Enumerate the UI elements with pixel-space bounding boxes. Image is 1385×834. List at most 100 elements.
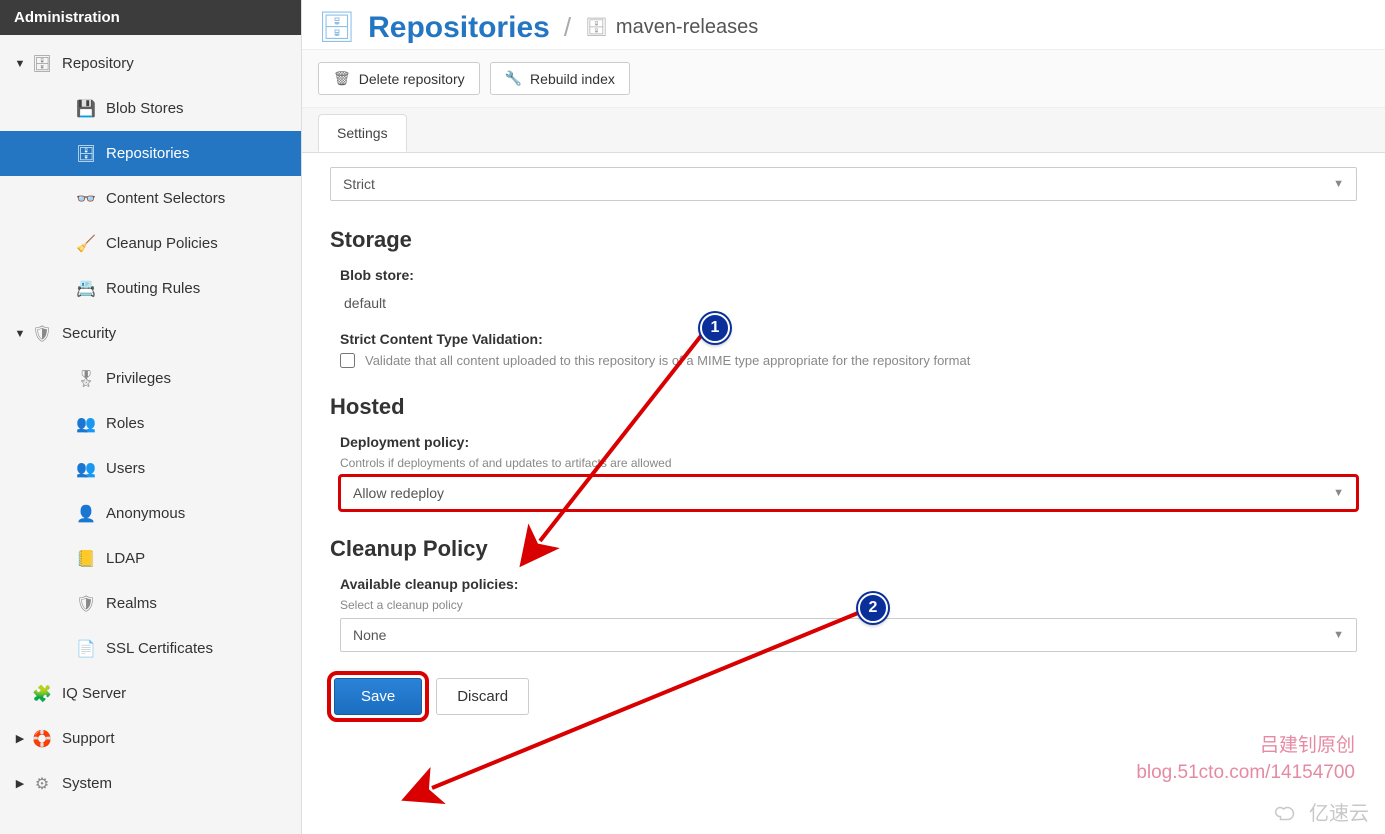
sidebar-item-label: Routing Rules xyxy=(106,280,200,297)
sidebar-group-system[interactable]: ▶ ⚙ System xyxy=(0,761,301,806)
sidebar-item-label: Repositories xyxy=(106,145,189,162)
button-label: Delete repository xyxy=(359,71,465,87)
sidebar-item-repositories[interactable]: 🗄 Repositories xyxy=(0,131,301,176)
sidebar-item-blob-stores[interactable]: 💾 Blob Stores xyxy=(0,86,301,131)
layout-policy-select[interactable]: Strict ▼ xyxy=(330,167,1357,201)
discard-button[interactable]: Discard xyxy=(436,678,529,715)
section-heading-cleanup: Cleanup Policy xyxy=(330,536,1357,562)
person-icon: 👤 xyxy=(76,504,96,524)
button-label: Rebuild index xyxy=(530,71,615,87)
database-icon: 🗄 xyxy=(76,144,96,164)
section-heading-hosted: Hosted xyxy=(330,394,1357,420)
form-scroll[interactable]: Strict ▼ Storage Blob store: default Str… xyxy=(302,153,1385,834)
sidebar-item-ssl-certificates[interactable]: 📄 SSL Certificates xyxy=(0,626,301,671)
sidebar-item-label: Users xyxy=(106,460,145,477)
caret-right-icon: ▶ xyxy=(14,732,26,745)
sidebar-group-support[interactable]: ▶ 🛟 Support xyxy=(0,716,301,761)
breadcrumb-repo-name: maven-releases xyxy=(616,16,758,39)
sidebar-item-cleanup-policies[interactable]: 🧹 Cleanup Policies xyxy=(0,221,301,266)
sidebar-item-label: Privileges xyxy=(106,370,171,387)
trash-icon: 🗑 xyxy=(333,70,351,87)
card-icon: 📇 xyxy=(76,279,96,299)
checkbox-desc: Validate that all content uploaded to th… xyxy=(365,353,970,368)
breadcrumb-sep: / xyxy=(564,12,571,43)
sidebar-group-label: Support xyxy=(62,730,115,747)
available-cleanup-policies-desc: Select a cleanup policy xyxy=(340,598,1357,612)
watermark-author: 吕建钊原创 blog.51cto.com/14154700 xyxy=(1136,733,1355,786)
caret-down-icon: ▼ xyxy=(14,58,26,70)
rebuild-index-button[interactable]: 🔧 Rebuild index xyxy=(490,62,630,95)
select-value: Strict xyxy=(343,176,375,192)
shield-icon: 🛡 xyxy=(76,594,96,614)
book-icon: 📒 xyxy=(76,549,96,569)
section-heading-storage: Storage xyxy=(330,227,1357,253)
sidebar-item-label: SSL Certificates xyxy=(106,640,213,657)
shield-icon: 🛡 xyxy=(32,324,52,344)
strict-content-type-checkbox[interactable] xyxy=(340,353,355,368)
main: 🗄 Repositories / 🗄 maven-releases 🗑 Dele… xyxy=(302,0,1385,834)
sidebar-item-label: Blob Stores xyxy=(106,100,184,117)
deployment-policy-select[interactable]: Allow redeploy ▼ xyxy=(340,476,1357,510)
sidebar-item-label: IQ Server xyxy=(62,685,126,702)
deployment-policy-desc: Controls if deployments of and updates t… xyxy=(340,456,1357,470)
deployment-policy-label: Deployment policy: xyxy=(340,434,1357,450)
sidebar-item-label: Cleanup Policies xyxy=(106,235,218,252)
sidebar-item-users[interactable]: 👥 Users xyxy=(0,446,301,491)
sidebar-item-label: LDAP xyxy=(106,550,145,567)
available-cleanup-policies-select[interactable]: None ▼ xyxy=(340,618,1357,652)
sidebar-item-ldap[interactable]: 📒 LDAP xyxy=(0,536,301,581)
sidebar-item-realms[interactable]: 🛡 Realms xyxy=(0,581,301,626)
sidebar-item-privileges[interactable]: 🎖 Privileges xyxy=(0,356,301,401)
gear-icon: ⚙ xyxy=(32,774,52,794)
sidebar-item-label: Anonymous xyxy=(106,505,185,522)
sidebar-tree: ▼ 🗄 Repository 💾 Blob Stores 🗄 Repositor… xyxy=(0,35,301,806)
database-icon: 🗄 xyxy=(318,10,356,45)
sidebar-group-label: Security xyxy=(62,325,116,342)
wrench-icon: 🔧 xyxy=(505,70,522,87)
save-button[interactable]: Save xyxy=(334,678,422,715)
watermark-brand: 亿速云 xyxy=(1273,797,1369,826)
broom-icon: 🧹 xyxy=(76,234,96,254)
select-value: Allow redeploy xyxy=(353,485,444,501)
puzzle-icon: 🧩 xyxy=(32,684,52,704)
chevron-down-icon: ▼ xyxy=(1333,487,1344,499)
sidebar-item-label: Roles xyxy=(106,415,144,432)
sidebar: Administration ▼ 🗄 Repository 💾 Blob Sto… xyxy=(0,0,302,834)
badge-icon: 🎖 xyxy=(76,369,96,389)
sidebar-item-iq-server[interactable]: 🧩 IQ Server xyxy=(0,671,301,716)
users-icon: 👥 xyxy=(76,414,96,434)
database-icon: 🗄 xyxy=(585,17,608,38)
delete-repository-button[interactable]: 🗑 Delete repository xyxy=(318,62,480,95)
sidebar-item-content-selectors[interactable]: 👓 Content Selectors xyxy=(0,176,301,221)
sidebar-header: Administration xyxy=(0,0,301,35)
sidebar-item-anonymous[interactable]: 👤 Anonymous xyxy=(0,491,301,536)
tab-settings[interactable]: Settings xyxy=(318,114,407,152)
sidebar-item-label: Content Selectors xyxy=(106,190,225,207)
glasses-icon: 👓 xyxy=(76,189,96,209)
blob-store-label: Blob store: xyxy=(340,267,1357,283)
caret-right-icon: ▶ xyxy=(14,777,26,790)
sidebar-group-repository[interactable]: ▼ 🗄 Repository xyxy=(0,41,301,86)
database-icon: 🗄 xyxy=(32,54,52,74)
page-header: 🗄 Repositories / 🗄 maven-releases xyxy=(302,0,1385,50)
action-row: Save Discard xyxy=(330,678,1357,715)
strict-content-type-label: Strict Content Type Validation: xyxy=(340,331,1357,347)
available-cleanup-policies-label: Available cleanup policies: xyxy=(340,576,1357,592)
page-title: Repositories xyxy=(368,11,550,45)
sidebar-item-roles[interactable]: 👥 Roles xyxy=(0,401,301,446)
strict-content-type-checkbox-row[interactable]: Validate that all content uploaded to th… xyxy=(340,353,1357,368)
sidebar-item-routing-rules[interactable]: 📇 Routing Rules xyxy=(0,266,301,311)
blob-store-value: default xyxy=(340,289,1357,317)
sidebar-group-security[interactable]: ▼ 🛡 Security xyxy=(0,311,301,356)
chevron-down-icon: ▼ xyxy=(1333,629,1344,641)
users-icon: 👥 xyxy=(76,459,96,479)
lifebuoy-icon: 🛟 xyxy=(32,729,52,749)
sidebar-group-label: Repository xyxy=(62,55,134,72)
caret-down-icon: ▼ xyxy=(14,328,26,340)
sidebar-item-label: Realms xyxy=(106,595,157,612)
sidebar-group-label: System xyxy=(62,775,112,792)
select-value: None xyxy=(353,627,386,643)
certificate-icon: 📄 xyxy=(76,639,96,659)
tab-bar: Settings xyxy=(302,108,1385,153)
drive-icon: 💾 xyxy=(76,99,96,119)
